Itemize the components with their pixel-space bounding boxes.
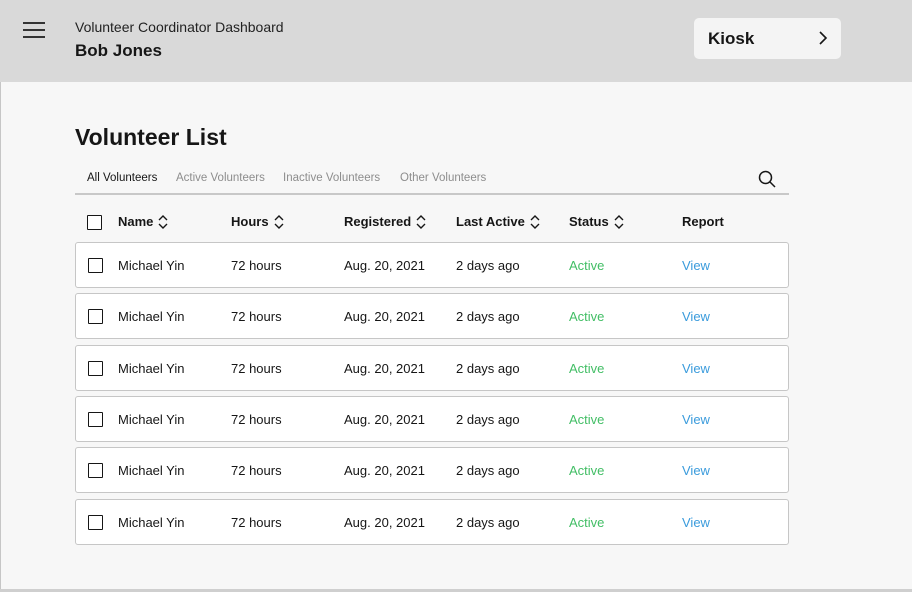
column-header-label: Hours: [231, 214, 269, 229]
cell-hours: 72 hours: [231, 412, 282, 427]
cell-hours: 72 hours: [231, 258, 282, 273]
sort-icon: [530, 214, 540, 229]
cell-registered: Aug. 20, 2021: [344, 412, 425, 427]
status-badge: Active: [569, 309, 605, 324]
app-title: Volunteer Coordinator Dashboard: [75, 19, 284, 35]
tab-active-volunteers[interactable]: Active Volunteers: [176, 172, 265, 184]
cell-hours: 72 hours: [231, 515, 282, 530]
sort-icon: [158, 214, 168, 229]
select-all-checkbox[interactable]: [87, 215, 102, 230]
view-report-link[interactable]: View: [682, 515, 710, 530]
tab-bar: All Volunteers Active Volunteers Inactiv…: [75, 164, 789, 195]
row-checkbox[interactable]: [88, 361, 103, 376]
table-row: Michael Yin 72 hours Aug. 20, 2021 2 day…: [75, 345, 789, 391]
sort-icon: [416, 214, 426, 229]
user-name: Bob Jones: [75, 41, 162, 60]
kiosk-button[interactable]: Kiosk: [694, 18, 841, 59]
cell-name: Michael Yin: [118, 309, 185, 324]
status-badge: Active: [569, 361, 605, 376]
column-header-label: Registered: [344, 214, 412, 229]
row-checkbox[interactable]: [88, 463, 103, 478]
cell-name: Michael Yin: [118, 258, 185, 273]
cell-registered: Aug. 20, 2021: [344, 309, 425, 324]
cell-last-active: 2 days ago: [456, 412, 520, 427]
sort-icon: [614, 214, 624, 229]
cell-hours: 72 hours: [231, 361, 282, 376]
table-row: Michael Yin 72 hours Aug. 20, 2021 2 day…: [75, 293, 789, 339]
table-row: Michael Yin 72 hours Aug. 20, 2021 2 day…: [75, 396, 789, 442]
top-bar: Volunteer Coordinator Dashboard Bob Jone…: [0, 0, 912, 82]
view-report-link[interactable]: View: [682, 463, 710, 478]
status-badge: Active: [569, 515, 605, 530]
column-header-name[interactable]: Name: [118, 214, 168, 229]
hamburger-menu-icon[interactable]: [23, 22, 45, 40]
view-report-link[interactable]: View: [682, 412, 710, 427]
cell-last-active: 2 days ago: [456, 515, 520, 530]
chevron-right-icon: [819, 31, 828, 45]
cell-hours: 72 hours: [231, 309, 282, 324]
status-badge: Active: [569, 412, 605, 427]
cell-name: Michael Yin: [118, 463, 185, 478]
row-checkbox[interactable]: [88, 515, 103, 530]
table-row: Michael Yin 72 hours Aug. 20, 2021 2 day…: [75, 499, 789, 545]
cell-name: Michael Yin: [118, 515, 185, 530]
column-header-label: Status: [569, 214, 609, 229]
row-checkbox[interactable]: [88, 412, 103, 427]
page-title: Volunteer List: [75, 124, 227, 150]
row-checkbox[interactable]: [88, 309, 103, 324]
tab-all-volunteers[interactable]: All Volunteers: [87, 172, 157, 184]
column-header-label: Name: [118, 214, 154, 229]
cell-last-active: 2 days ago: [456, 361, 520, 376]
cell-registered: Aug. 20, 2021: [344, 463, 425, 478]
status-badge: Active: [569, 258, 605, 273]
search-icon[interactable]: [758, 170, 776, 188]
tab-inactive-volunteers[interactable]: Inactive Volunteers: [283, 172, 380, 184]
row-checkbox[interactable]: [88, 258, 103, 273]
cell-last-active: 2 days ago: [456, 463, 520, 478]
cell-registered: Aug. 20, 2021: [344, 258, 425, 273]
kiosk-button-label: Kiosk: [708, 29, 755, 48]
table-header: Name Hours Registered Last Active Status…: [75, 206, 789, 238]
table-row: Michael Yin 72 hours Aug. 20, 2021 2 day…: [75, 447, 789, 493]
cell-hours: 72 hours: [231, 463, 282, 478]
frame-edge-left: [0, 82, 1, 592]
view-report-link[interactable]: View: [682, 361, 710, 376]
column-header-status[interactable]: Status: [569, 214, 624, 229]
cell-last-active: 2 days ago: [456, 309, 520, 324]
column-header-report: Report: [682, 214, 724, 229]
cell-registered: Aug. 20, 2021: [344, 361, 425, 376]
sort-icon: [274, 214, 284, 229]
column-header-label: Report: [682, 214, 724, 229]
column-header-registered[interactable]: Registered: [344, 214, 426, 229]
column-header-hours[interactable]: Hours: [231, 214, 284, 229]
status-badge: Active: [569, 463, 605, 478]
cell-last-active: 2 days ago: [456, 258, 520, 273]
cell-name: Michael Yin: [118, 412, 185, 427]
tab-other-volunteers[interactable]: Other Volunteers: [400, 172, 486, 184]
cell-name: Michael Yin: [118, 361, 185, 376]
view-report-link[interactable]: View: [682, 309, 710, 324]
view-report-link[interactable]: View: [682, 258, 710, 273]
table-row: Michael Yin 72 hours Aug. 20, 2021 2 day…: [75, 242, 789, 288]
column-header-label: Last Active: [456, 214, 525, 229]
cell-registered: Aug. 20, 2021: [344, 515, 425, 530]
column-header-last-active[interactable]: Last Active: [456, 214, 540, 229]
